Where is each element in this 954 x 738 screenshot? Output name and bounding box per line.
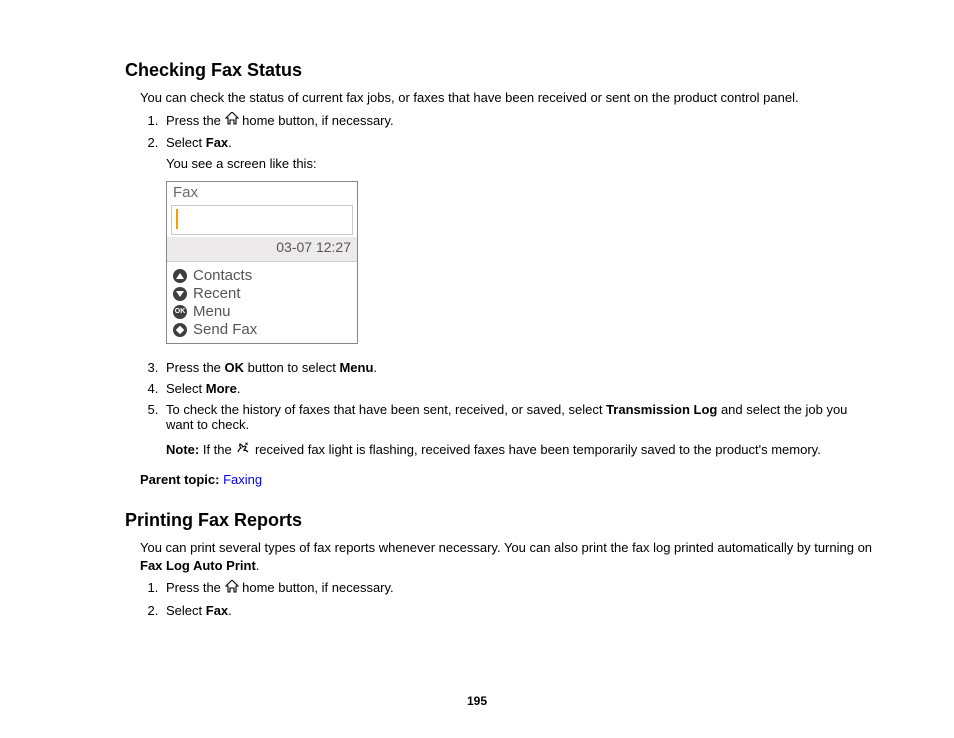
step1-pre: Press the [166, 113, 225, 128]
fax-screen: Fax 03-07 12:27 Contacts Recent [166, 181, 358, 344]
intro2a: You can print several types of fax repor… [140, 540, 872, 555]
fax-menu-recent-label: Recent [193, 285, 241, 302]
s4b: More [206, 381, 237, 396]
s1b-pre: Press the [166, 580, 225, 595]
s3e: . [373, 360, 377, 375]
step-1b: Press the home button, if necessary. [162, 580, 874, 597]
fax-menu-contacts-label: Contacts [193, 267, 252, 284]
down-arrow-icon [173, 287, 187, 301]
fax-menu: Contacts Recent OK Menu Send Fax [167, 262, 357, 343]
step-1: Press the home button, if necessary. [162, 113, 874, 130]
s3b: OK [225, 360, 245, 375]
heading-printing-fax-reports: Printing Fax Reports [125, 510, 884, 531]
step2-sub: You see a screen like this: [166, 156, 874, 171]
diamond-icon [173, 323, 187, 337]
s1b-post: home button, if necessary. [239, 580, 394, 595]
steps-list-1b: Press the OK button to select Menu. Sele… [140, 360, 874, 459]
parent-topic: Parent topic: Faxing [140, 471, 874, 489]
step-3: Press the OK button to select Menu. [162, 360, 874, 375]
s4a: Select [166, 381, 206, 396]
fax-menu-menu: OK Menu [173, 303, 351, 320]
intro2b: Fax Log Auto Print [140, 558, 256, 573]
heading-checking-fax-status: Checking Fax Status [125, 60, 884, 81]
s2b-post: . [228, 603, 232, 618]
fax-menu-send: Send Fax [173, 321, 351, 338]
note-b: received fax light is flashing, received… [251, 442, 820, 457]
step-4: Select More. [162, 381, 874, 396]
step2-post: . [228, 135, 232, 150]
home-icon [225, 580, 239, 596]
note-a: If the [199, 442, 235, 457]
ok-icon: OK [173, 305, 187, 319]
intro2c: . [256, 558, 260, 573]
step1-post: home button, if necessary. [239, 113, 394, 128]
s5b: Transmission Log [606, 402, 717, 417]
note-block: Note: If the received fax light is flash… [166, 442, 874, 459]
page-number: 195 [0, 694, 954, 708]
s3d: Menu [339, 360, 373, 375]
home-icon [225, 112, 239, 128]
intro-text: You can check the status of current fax … [140, 89, 874, 107]
cursor-icon [176, 209, 178, 229]
fax-datetime: 03-07 12:27 [167, 237, 357, 262]
fax-menu-menu-label: Menu [193, 303, 231, 320]
intro-text-2: You can print several types of fax repor… [140, 539, 874, 574]
s3c: button to select [244, 360, 339, 375]
fax-menu-recent: Recent [173, 285, 351, 302]
s2b-pre: Select [166, 603, 206, 618]
fax-screen-title: Fax [167, 182, 357, 203]
s4c: . [237, 381, 241, 396]
s2b-bold: Fax [206, 603, 228, 618]
s3a: Press the [166, 360, 225, 375]
fax-menu-contacts: Contacts [173, 267, 351, 284]
parent-topic-link[interactable]: Faxing [223, 472, 262, 487]
up-arrow-icon [173, 269, 187, 283]
step2-pre: Select [166, 135, 206, 150]
steps-list-1: Press the home button, if necessary. Sel… [140, 113, 874, 345]
fax-light-icon [235, 442, 251, 458]
step2-bold: Fax [206, 135, 228, 150]
note-label: Note: [166, 442, 199, 457]
step-2b: Select Fax. [162, 603, 874, 618]
step-5: To check the history of faxes that have … [162, 402, 874, 459]
fax-menu-send-label: Send Fax [193, 321, 257, 338]
steps-list-2: Press the home button, if necessary. Sel… [140, 580, 874, 618]
parent-topic-label: Parent topic: [140, 472, 223, 487]
fax-input-field [171, 205, 353, 235]
s5a: To check the history of faxes that have … [166, 402, 606, 417]
step-2: Select Fax. You see a screen like this: … [162, 135, 874, 344]
